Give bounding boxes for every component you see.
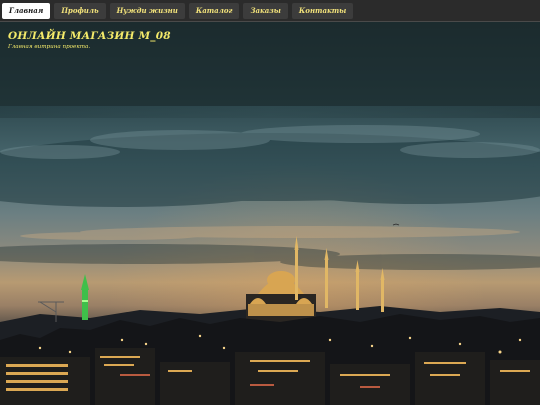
nav-item-orders[interactable]: Заказы	[243, 2, 288, 19]
nav-item-home[interactable]: Главная	[2, 2, 51, 19]
page: Главная Профиль Нужди жизни Каталог Зака…	[0, 0, 540, 405]
site-tagline: Главная витрина проекта.	[8, 44, 91, 50]
top-navbar: Главная Профиль Нужди жизни Каталог Зака…	[0, 0, 540, 22]
site-title: ОНЛАЙН МАГАЗИН M_08	[8, 30, 171, 42]
nav-item-profile[interactable]: Профиль	[54, 2, 106, 19]
site-header: ОНЛАЙН МАГАЗИН M_08 Главная витрина прое…	[0, 22, 540, 106]
nav-item-catalog[interactable]: Каталог	[188, 2, 240, 19]
nav-item-life-needs[interactable]: Нужди жизни	[109, 2, 185, 19]
nav-item-contacts[interactable]: Контакты	[291, 2, 354, 19]
